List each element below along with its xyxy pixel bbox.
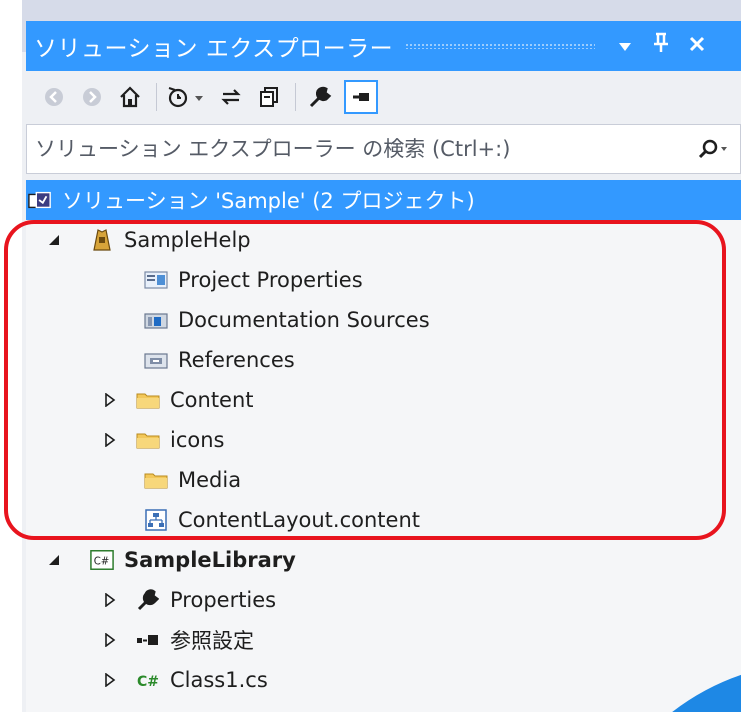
collapse-arrow[interactable] [44, 234, 64, 246]
expand-arrow[interactable] [100, 673, 120, 687]
sync-icon [221, 89, 241, 105]
titlebar[interactable]: ソリューション エクスプローラー [26, 21, 741, 71]
toolbar-separator [295, 83, 296, 111]
solution-icon [28, 188, 52, 212]
tree-label: Documentation Sources [178, 308, 430, 332]
triangle-down-icon [49, 235, 59, 245]
wrench-icon [136, 588, 160, 612]
svg-text:C#: C# [94, 557, 110, 568]
solution-explorer-pane: ソリューション エクスプローラー ソリューション エクスプローラー の検索 (C… [22, 0, 741, 712]
tree-row-solution[interactable]: ソリューション 'Sample' (2 プロジェクト) [26, 180, 741, 220]
toolbar-separator [156, 83, 157, 111]
chevron-down-icon [619, 42, 632, 51]
tree-row-documentation-sources[interactable]: Documentation Sources [26, 300, 741, 340]
close-icon [690, 36, 705, 51]
tree-row-icons-folder[interactable]: icons [26, 420, 741, 460]
triangle-right-icon [105, 593, 116, 607]
svg-text:C#: C# [137, 674, 159, 690]
pin-toggle-icon [353, 93, 369, 101]
triangle-down-icon [49, 555, 59, 565]
copy-icon [260, 87, 278, 107]
back-icon [45, 88, 63, 106]
sync-button[interactable] [217, 83, 245, 111]
pin-icon [654, 32, 669, 52]
tree-label: Media [178, 468, 242, 492]
tree-row-project-properties[interactable]: Project Properties [26, 260, 741, 300]
csharp-project-icon: C# [90, 548, 114, 572]
triangle-right-icon [105, 433, 116, 447]
collapse-arrow[interactable] [44, 554, 64, 566]
corner-decoration [672, 674, 741, 712]
forward-icon [83, 88, 101, 106]
tree-row-content-folder[interactable]: Content [26, 380, 741, 420]
expand-arrow[interactable] [100, 633, 120, 647]
content-layout-icon [144, 508, 168, 532]
doc-sources-icon [144, 308, 168, 332]
triangle-right-icon [105, 633, 116, 647]
tree-label: icons [170, 428, 225, 452]
screenshot-frame: ソリューション エクスプローラー ソリューション エクスプローラー の検索 (C… [0, 0, 741, 712]
search-input[interactable] [27, 128, 688, 170]
history-button[interactable] [167, 83, 207, 111]
properties-page-icon [144, 268, 168, 292]
tree-row-content-layout[interactable]: ContentLayout.content [26, 500, 741, 540]
tree-row-project[interactable]: C# SampleLibrary [26, 540, 741, 580]
forward-button[interactable] [78, 83, 106, 111]
expand-arrow[interactable] [100, 593, 120, 607]
folder-icon [136, 428, 160, 452]
tree-row-references-jp[interactable]: 参照設定 [26, 620, 741, 660]
tree-label: ContentLayout.content [178, 508, 420, 532]
tree-label: Content [170, 388, 254, 412]
collapse-all-button[interactable] [255, 83, 283, 111]
back-button[interactable] [40, 83, 68, 111]
close-button[interactable] [679, 34, 715, 59]
home-icon [120, 86, 140, 108]
references-icon [144, 348, 168, 372]
tree-row-properties[interactable]: Properties [26, 580, 741, 620]
expand-arrow[interactable] [100, 433, 120, 447]
tree-label: References [178, 348, 295, 372]
toolbar [26, 71, 741, 123]
properties-button[interactable] [306, 83, 334, 111]
home-button[interactable] [116, 83, 144, 111]
tree-row-media-folder[interactable]: Media [26, 460, 741, 500]
tree-label: Properties [170, 588, 277, 612]
expand-arrow[interactable] [100, 393, 120, 407]
wrench-icon [309, 86, 332, 108]
window-title: ソリューション エクスプローラー [34, 36, 394, 62]
triangle-right-icon [105, 393, 116, 407]
search-box [26, 124, 741, 174]
tree-label: Project Properties [178, 268, 363, 292]
help-project-icon [90, 228, 114, 252]
tree-label: SampleHelp [124, 228, 251, 252]
search-button[interactable] [688, 138, 740, 160]
reference-icon [136, 628, 160, 652]
tree-label: SampleLibrary [124, 548, 296, 572]
tree-row-project[interactable]: SampleHelp [26, 220, 741, 260]
tree-label: Class1.cs [170, 668, 268, 692]
preview-toggle-button[interactable] [344, 80, 378, 114]
tree-label: 参照設定 [170, 629, 254, 653]
csharp-file-icon: C# [136, 668, 160, 692]
pin-button[interactable] [643, 32, 679, 60]
folder-icon [144, 468, 168, 492]
folder-icon [136, 388, 160, 412]
tree-row-references[interactable]: References [26, 340, 741, 380]
history-icon [168, 87, 203, 108]
solution-tree: ソリューション 'Sample' (2 プロジェクト) SampleHelp P… [26, 180, 741, 712]
search-icon [698, 139, 727, 159]
tree-label: ソリューション 'Sample' (2 プロジェクト) [62, 189, 475, 213]
title-grip[interactable] [405, 43, 596, 49]
triangle-right-icon [105, 673, 116, 687]
dropdown-button[interactable] [607, 34, 643, 59]
